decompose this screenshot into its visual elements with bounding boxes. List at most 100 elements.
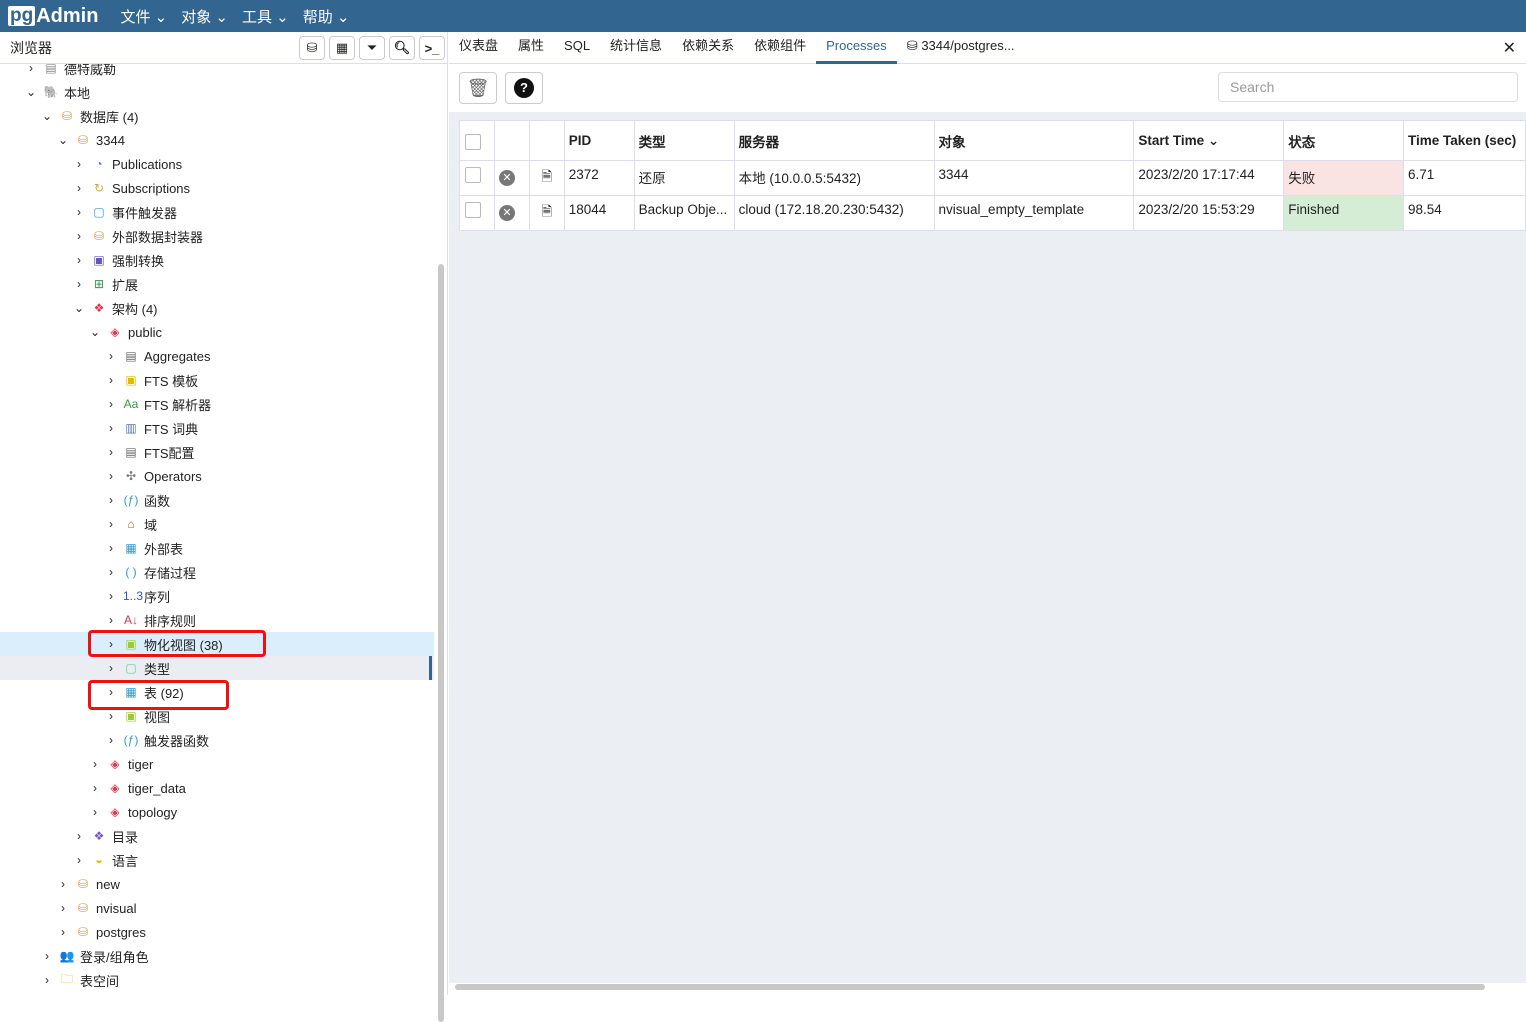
tree-node[interactable]: › A↓ 排序规则 (0, 608, 434, 632)
chevron-down-icon[interactable]: ⌄ (73, 301, 85, 315)
tree-node[interactable]: › (ƒ) 函数 (0, 488, 434, 512)
chevron-right-icon[interactable]: › (73, 829, 85, 843)
tree-node[interactable]: › ◈ tiger_data (0, 776, 434, 800)
table-row[interactable]: ✕ 🗎 18044 Backup Obje... cloud (172.18.2… (459, 195, 1526, 231)
col-start-time[interactable]: Start Time ⌄ (1133, 120, 1285, 161)
help-button[interactable]: ? (505, 72, 543, 104)
tree-node[interactable]: › ❖ 目录 (0, 824, 434, 848)
tree-scrollbar[interactable] (438, 264, 444, 1022)
tree-node[interactable]: › ▤ 德特威勒 (0, 64, 434, 80)
tree-node[interactable]: › ⛁ 外部数据封装器 (0, 224, 434, 248)
chevron-right-icon[interactable]: › (89, 805, 101, 819)
tree-node[interactable]: ⌄ ⛁ 数据库 (4) (0, 104, 434, 128)
tree-node[interactable]: › ✣ Operators (0, 464, 434, 488)
tree-node[interactable]: › ▤ Aggregates (0, 344, 434, 368)
menu-help[interactable]: 帮助 ⌄ (303, 6, 350, 27)
view-data-icon[interactable]: ▦ (329, 36, 355, 60)
chevron-down-icon[interactable]: ⌄ (41, 109, 53, 123)
tree-node[interactable]: › 🗀 表空间 (0, 968, 434, 992)
col-object[interactable]: 对象 (933, 120, 1135, 161)
chevron-right-icon[interactable]: › (105, 493, 117, 507)
tree-node[interactable]: › ◔ Publications (0, 152, 434, 176)
chevron-right-icon[interactable]: › (105, 709, 117, 723)
chevron-right-icon[interactable]: › (57, 901, 69, 915)
chevron-right-icon[interactable]: › (41, 949, 53, 963)
col-type[interactable]: 类型 (633, 120, 735, 161)
tab-5[interactable]: 依赖组件 (744, 32, 816, 64)
stop-process-icon[interactable]: ✕ (498, 170, 515, 186)
tree-node[interactable]: › ⊞ 扩展 (0, 272, 434, 296)
chevron-right-icon[interactable]: › (105, 541, 117, 555)
tree-node[interactable]: › ▣ 强制转换 (0, 248, 434, 272)
search-input[interactable]: Search (1218, 72, 1518, 102)
chevron-right-icon[interactable]: › (89, 757, 101, 771)
stop-process-icon[interactable]: ✕ (498, 205, 515, 221)
chevron-right-icon[interactable]: › (73, 205, 85, 219)
tree-node[interactable]: › ▥ FTS 词典 (0, 416, 434, 440)
col-time-taken[interactable]: Time Taken (sec) (1402, 120, 1526, 161)
tree-node[interactable]: › ⛁ new (0, 872, 434, 896)
grid-horizontal-scrollbar[interactable] (455, 984, 1485, 990)
view-log-icon[interactable]: 🗎 (541, 169, 552, 184)
row-checkbox[interactable] (465, 167, 481, 183)
menu-file[interactable]: 文件 ⌄ (120, 6, 167, 27)
tree-node[interactable]: › ( ) 存储过程 (0, 560, 434, 584)
psql-tool-icon[interactable]: >_ (419, 36, 445, 60)
tab-1[interactable]: 属性 (508, 32, 554, 64)
tree-node[interactable]: › ⛁ postgres (0, 920, 434, 944)
chevron-right-icon[interactable]: › (105, 661, 117, 675)
tree-node[interactable]: › 👥 登录/组角色 (0, 944, 434, 968)
tree-node[interactable]: › ▢ 类型 (0, 656, 434, 680)
tree-node[interactable]: › ▢ 事件触发器 (0, 200, 434, 224)
chevron-right-icon[interactable]: › (105, 565, 117, 579)
col-server[interactable]: 服务器 (733, 120, 935, 161)
tab-7[interactable]: ⛁ 3344/postgres... (897, 32, 1025, 64)
chevron-down-icon[interactable]: ⌄ (89, 325, 101, 339)
tree-node[interactable]: › ◒ 语言 (0, 848, 434, 872)
tree-node[interactable]: ⌄ ◈ public (0, 320, 434, 344)
tree-node[interactable]: › ⌂ 域 (0, 512, 434, 536)
tab-2[interactable]: SQL (554, 32, 600, 64)
tab-3[interactable]: 统计信息 (600, 32, 672, 64)
tree-node[interactable]: › ▣ FTS 模板 (0, 368, 434, 392)
row-checkbox[interactable] (465, 202, 481, 218)
view-log-icon[interactable]: 🗎 (541, 204, 552, 219)
tree-node[interactable]: ⌄ 🐘 本地 (0, 80, 434, 104)
chevron-right-icon[interactable]: › (73, 277, 85, 291)
chevron-right-icon[interactable]: › (105, 733, 117, 747)
chevron-right-icon[interactable]: › (73, 853, 85, 867)
tree-node[interactable]: › ▦ 外部表 (0, 536, 434, 560)
delete-button[interactable]: 🗑︎ (459, 72, 497, 104)
tree-node[interactable]: › ⛁ nvisual (0, 896, 434, 920)
chevron-right-icon[interactable]: › (105, 349, 117, 363)
chevron-right-icon[interactable]: › (73, 229, 85, 243)
chevron-right-icon[interactable]: › (105, 589, 117, 603)
chevron-right-icon[interactable]: › (57, 925, 69, 939)
chevron-right-icon[interactable]: › (73, 253, 85, 267)
chevron-right-icon[interactable]: › (25, 64, 37, 75)
col-status[interactable]: 状态 (1283, 120, 1404, 161)
tree-node[interactable]: › ◈ topology (0, 800, 434, 824)
tab-4[interactable]: 依赖关系 (672, 32, 744, 64)
query-tool-icon[interactable]: ⛁ (299, 36, 325, 60)
tree-node[interactable]: › 1..3 序列 (0, 584, 434, 608)
chevron-right-icon[interactable]: › (105, 373, 117, 387)
tree-node[interactable]: ⌄ ⛁ 3344 (0, 128, 434, 152)
menu-object[interactable]: 对象 ⌄ (181, 6, 228, 27)
tree-node[interactable]: › ↻ Subscriptions (0, 176, 434, 200)
close-tab-icon[interactable]: ✕ (1503, 38, 1516, 58)
menu-tools[interactable]: 工具 ⌄ (242, 6, 289, 27)
col-pid[interactable]: PID (563, 120, 635, 161)
chevron-right-icon[interactable]: › (57, 877, 69, 891)
tree-node[interactable]: ⌄ ❖ 架构 (4) (0, 296, 434, 320)
tab-6[interactable]: Processes (816, 32, 897, 64)
table-row[interactable]: ✕ 🗎 2372 还原 本地 (10.0.0.5:5432) 3344 2023… (459, 160, 1526, 196)
filter-rows-icon[interactable]: ⏷ (359, 36, 385, 60)
chevron-right-icon[interactable]: › (73, 181, 85, 195)
chevron-right-icon[interactable]: › (105, 517, 117, 531)
tree-node[interactable]: › Aa FTS 解析器 (0, 392, 434, 416)
chevron-right-icon[interactable]: › (105, 421, 117, 435)
tree-node[interactable]: › ◈ tiger (0, 752, 434, 776)
chevron-down-icon[interactable]: ⌄ (57, 133, 69, 147)
chevron-right-icon[interactable]: › (105, 397, 117, 411)
